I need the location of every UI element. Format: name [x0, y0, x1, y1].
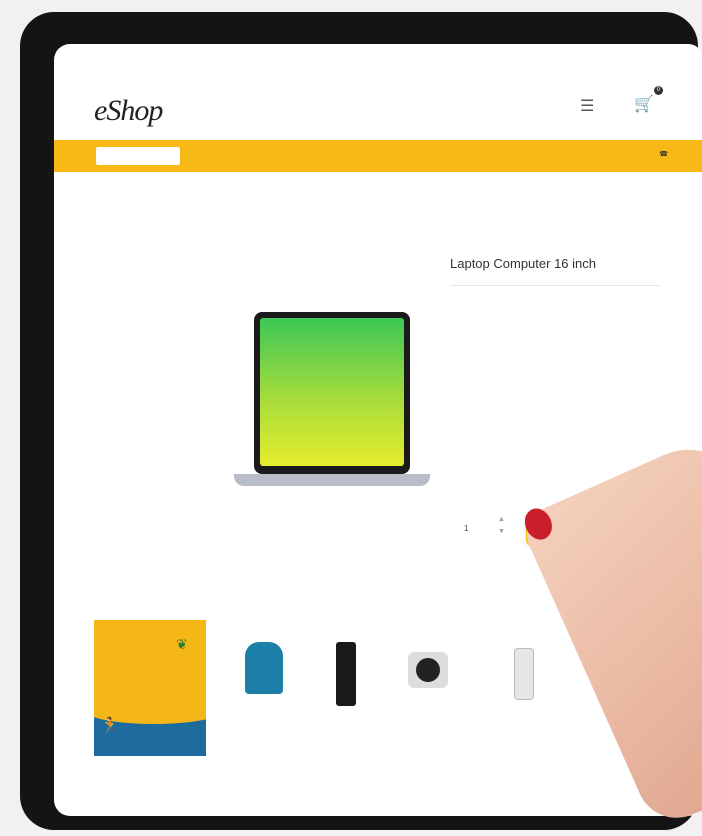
quantity-value[interactable]: 1 [464, 524, 468, 533]
sidebar-item[interactable] [108, 464, 178, 488]
top-utility-bar [94, 58, 670, 72]
sidebar-item[interactable] [108, 392, 178, 416]
menu-icon[interactable]: ☰ [580, 96, 594, 116]
tshirt-image [245, 642, 283, 694]
decrement-icon[interactable]: ▼ [498, 526, 505, 538]
related-product[interactable] [316, 642, 376, 712]
sidebar-item[interactable] [108, 440, 178, 464]
runner-icon: 🏃 [100, 718, 120, 735]
sidebar-item[interactable] [108, 320, 178, 344]
laptop-base [234, 474, 430, 486]
sidebar-item[interactable] [108, 368, 178, 392]
product-info: Laptop Computer 16 inch [450, 250, 660, 342]
product-specs [450, 302, 660, 342]
laptop-screen [254, 312, 410, 474]
spec-line [450, 322, 660, 332]
tablet-frame: eShop ☰ 🛒 0 ☎ Laptop Computer 16 inch 1 … [20, 12, 702, 830]
bottle-image [514, 648, 534, 700]
laptop-display [260, 318, 404, 466]
camera-image [408, 652, 448, 688]
divider [450, 285, 660, 286]
phone-image [336, 642, 356, 706]
increment-icon[interactable]: ▲ [498, 514, 505, 526]
product-title: Laptop Computer 16 inch [450, 256, 596, 271]
spec-line [450, 332, 660, 342]
category-sidebar [108, 270, 178, 488]
related-product[interactable] [234, 642, 294, 700]
related-product[interactable] [398, 642, 458, 694]
spec-line [450, 312, 660, 322]
phone-icon: ☎ [659, 151, 668, 158]
related-product[interactable] [494, 642, 554, 706]
leaf-icon: ❦ [176, 636, 188, 652]
cart-count-badge: 0 [654, 86, 663, 95]
sidebar-item[interactable] [108, 416, 178, 440]
phone-number: ☎ [659, 150, 668, 158]
cart-icon[interactable]: 🛒 [634, 94, 654, 114]
spec-line [450, 302, 660, 312]
promo-banner[interactable]: ❦ 🏃 [94, 620, 206, 756]
search-bar-strip: ☎ [54, 140, 702, 172]
sidebar-item[interactable] [108, 296, 178, 320]
sidebar-item[interactable] [108, 344, 178, 368]
search-input[interactable] [96, 147, 180, 165]
site-logo[interactable]: eShop [94, 94, 163, 128]
quantity-stepper[interactable]: ▲ ▼ [498, 514, 505, 538]
